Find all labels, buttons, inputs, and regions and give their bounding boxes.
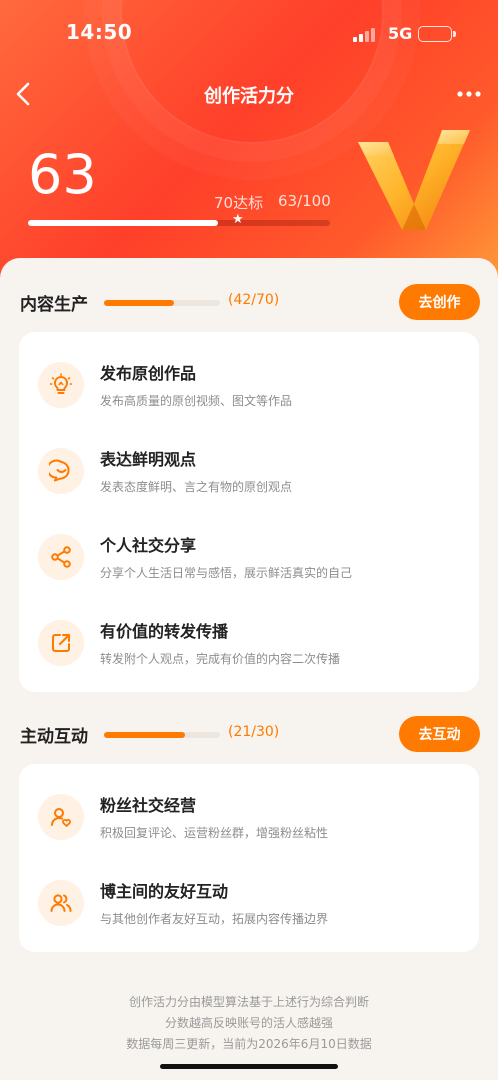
list-item[interactable]: 发布原创作品 发布高质量的原创视频、图文等作品 [19, 342, 479, 428]
status-time: 14:50 [66, 20, 133, 44]
signal-icon [353, 26, 379, 42]
section-title: 主动互动 [20, 727, 88, 747]
nav-bar: 创作活力分 [0, 70, 498, 120]
home-indicator[interactable] [160, 1064, 338, 1069]
score-ratio: 63/100 [278, 192, 331, 210]
network-type: 5G [388, 24, 413, 43]
section-count: (42/70) [228, 292, 280, 308]
list-item[interactable]: 博主间的友好互动 与其他创作者友好互动，拓展内容传播边界 [19, 860, 479, 946]
v-badge-icon [354, 122, 472, 234]
footer-line: 创作活力分由模型算法基于上述行为综合判断 [128, 995, 369, 1009]
item-title: 发布原创作品 [100, 364, 197, 383]
chat-bubble-icon [38, 448, 84, 494]
score-value: 63 [28, 143, 97, 206]
item-desc: 积极回复评论、运营粉丝群，增强粉丝粘性 [100, 826, 329, 840]
list-item[interactable]: 表达鲜明观点 发表态度鲜明、言之有物的原创观点 [19, 428, 479, 514]
score-progress-fill [28, 220, 219, 226]
section-progress-bar [104, 732, 220, 738]
section-count: (21/30) [228, 724, 280, 740]
section-progress-bar [104, 300, 220, 306]
more-dots-icon[interactable] [454, 84, 484, 104]
content-sheet: 内容生产 (42/70) 去创作 发布原创作品 发布高质量的原创视频、图文等作品… [0, 258, 498, 1080]
users-icon [38, 880, 84, 926]
footer-line: 分数越高反映账号的活人感越强 [164, 1016, 333, 1030]
item-desc: 发表态度鲜明、言之有物的原创观点 [100, 480, 293, 494]
fan-heart-icon [38, 794, 84, 840]
lightbulb-icon [38, 362, 84, 408]
go-create-button[interactable]: 去创作 [399, 284, 480, 320]
footer-line: 数据每周三更新，当前为2026年6月10日数据 [126, 1037, 372, 1051]
list-item[interactable]: 有价值的转发传播 转发附个人观点，完成有价值的内容二次传播 [19, 600, 479, 686]
footer-note: 创作活力分由模型算法基于上述行为综合判断 分数越高反映账号的活人感越强 数据每周… [0, 992, 498, 1055]
score-progress-bar [28, 220, 330, 226]
repost-icon [38, 620, 84, 666]
go-interact-button[interactable]: 去互动 [399, 716, 480, 752]
list-item[interactable]: 粉丝社交经营 积极回复评论、运营粉丝群，增强粉丝粘性 [19, 774, 479, 860]
goal-label: 70达标 [214, 194, 264, 212]
goal-star-icon: ★ [232, 212, 244, 227]
task-card-content: 发布原创作品 发布高质量的原创视频、图文等作品 表达鲜明观点 发表态度鲜明、言之… [19, 332, 479, 692]
task-card-interaction: 粉丝社交经营 积极回复评论、运营粉丝群，增强粉丝粘性 博主间的友好互动 与其他创… [19, 764, 479, 952]
section-content-production: 内容生产 (42/70) 去创作 [0, 282, 498, 322]
share-icon [38, 534, 84, 580]
list-item[interactable]: 个人社交分享 分享个人生活日常与感悟，展示鲜活真实的自己 [19, 514, 479, 600]
page-title: 创作活力分 [204, 86, 294, 107]
item-desc: 转发附个人观点，完成有价值的内容二次传播 [100, 652, 341, 666]
battery-icon [418, 26, 456, 42]
item-title: 个人社交分享 [100, 536, 197, 555]
section-progress-fill [104, 732, 186, 738]
section-interaction: 主动互动 (21/30) 去互动 [0, 714, 498, 754]
section-title: 内容生产 [20, 295, 88, 315]
item-title: 博主间的友好互动 [100, 882, 229, 901]
item-desc: 分享个人生活日常与感悟，展示鲜活真实的自己 [100, 566, 353, 580]
item-desc: 与其他创作者友好互动，拓展内容传播边界 [100, 912, 329, 926]
item-desc: 发布高质量的原创视频、图文等作品 [100, 394, 293, 408]
item-title: 有价值的转发传播 [100, 622, 229, 641]
status-bar: 14:50 5G [0, 0, 498, 66]
section-progress-fill [104, 300, 174, 306]
hero-header: 14:50 5G 创作活力分 63 70达标 63/100 ★ [0, 0, 498, 300]
item-title: 表达鲜明观点 [100, 450, 197, 469]
item-title: 粉丝社交经营 [100, 796, 197, 815]
